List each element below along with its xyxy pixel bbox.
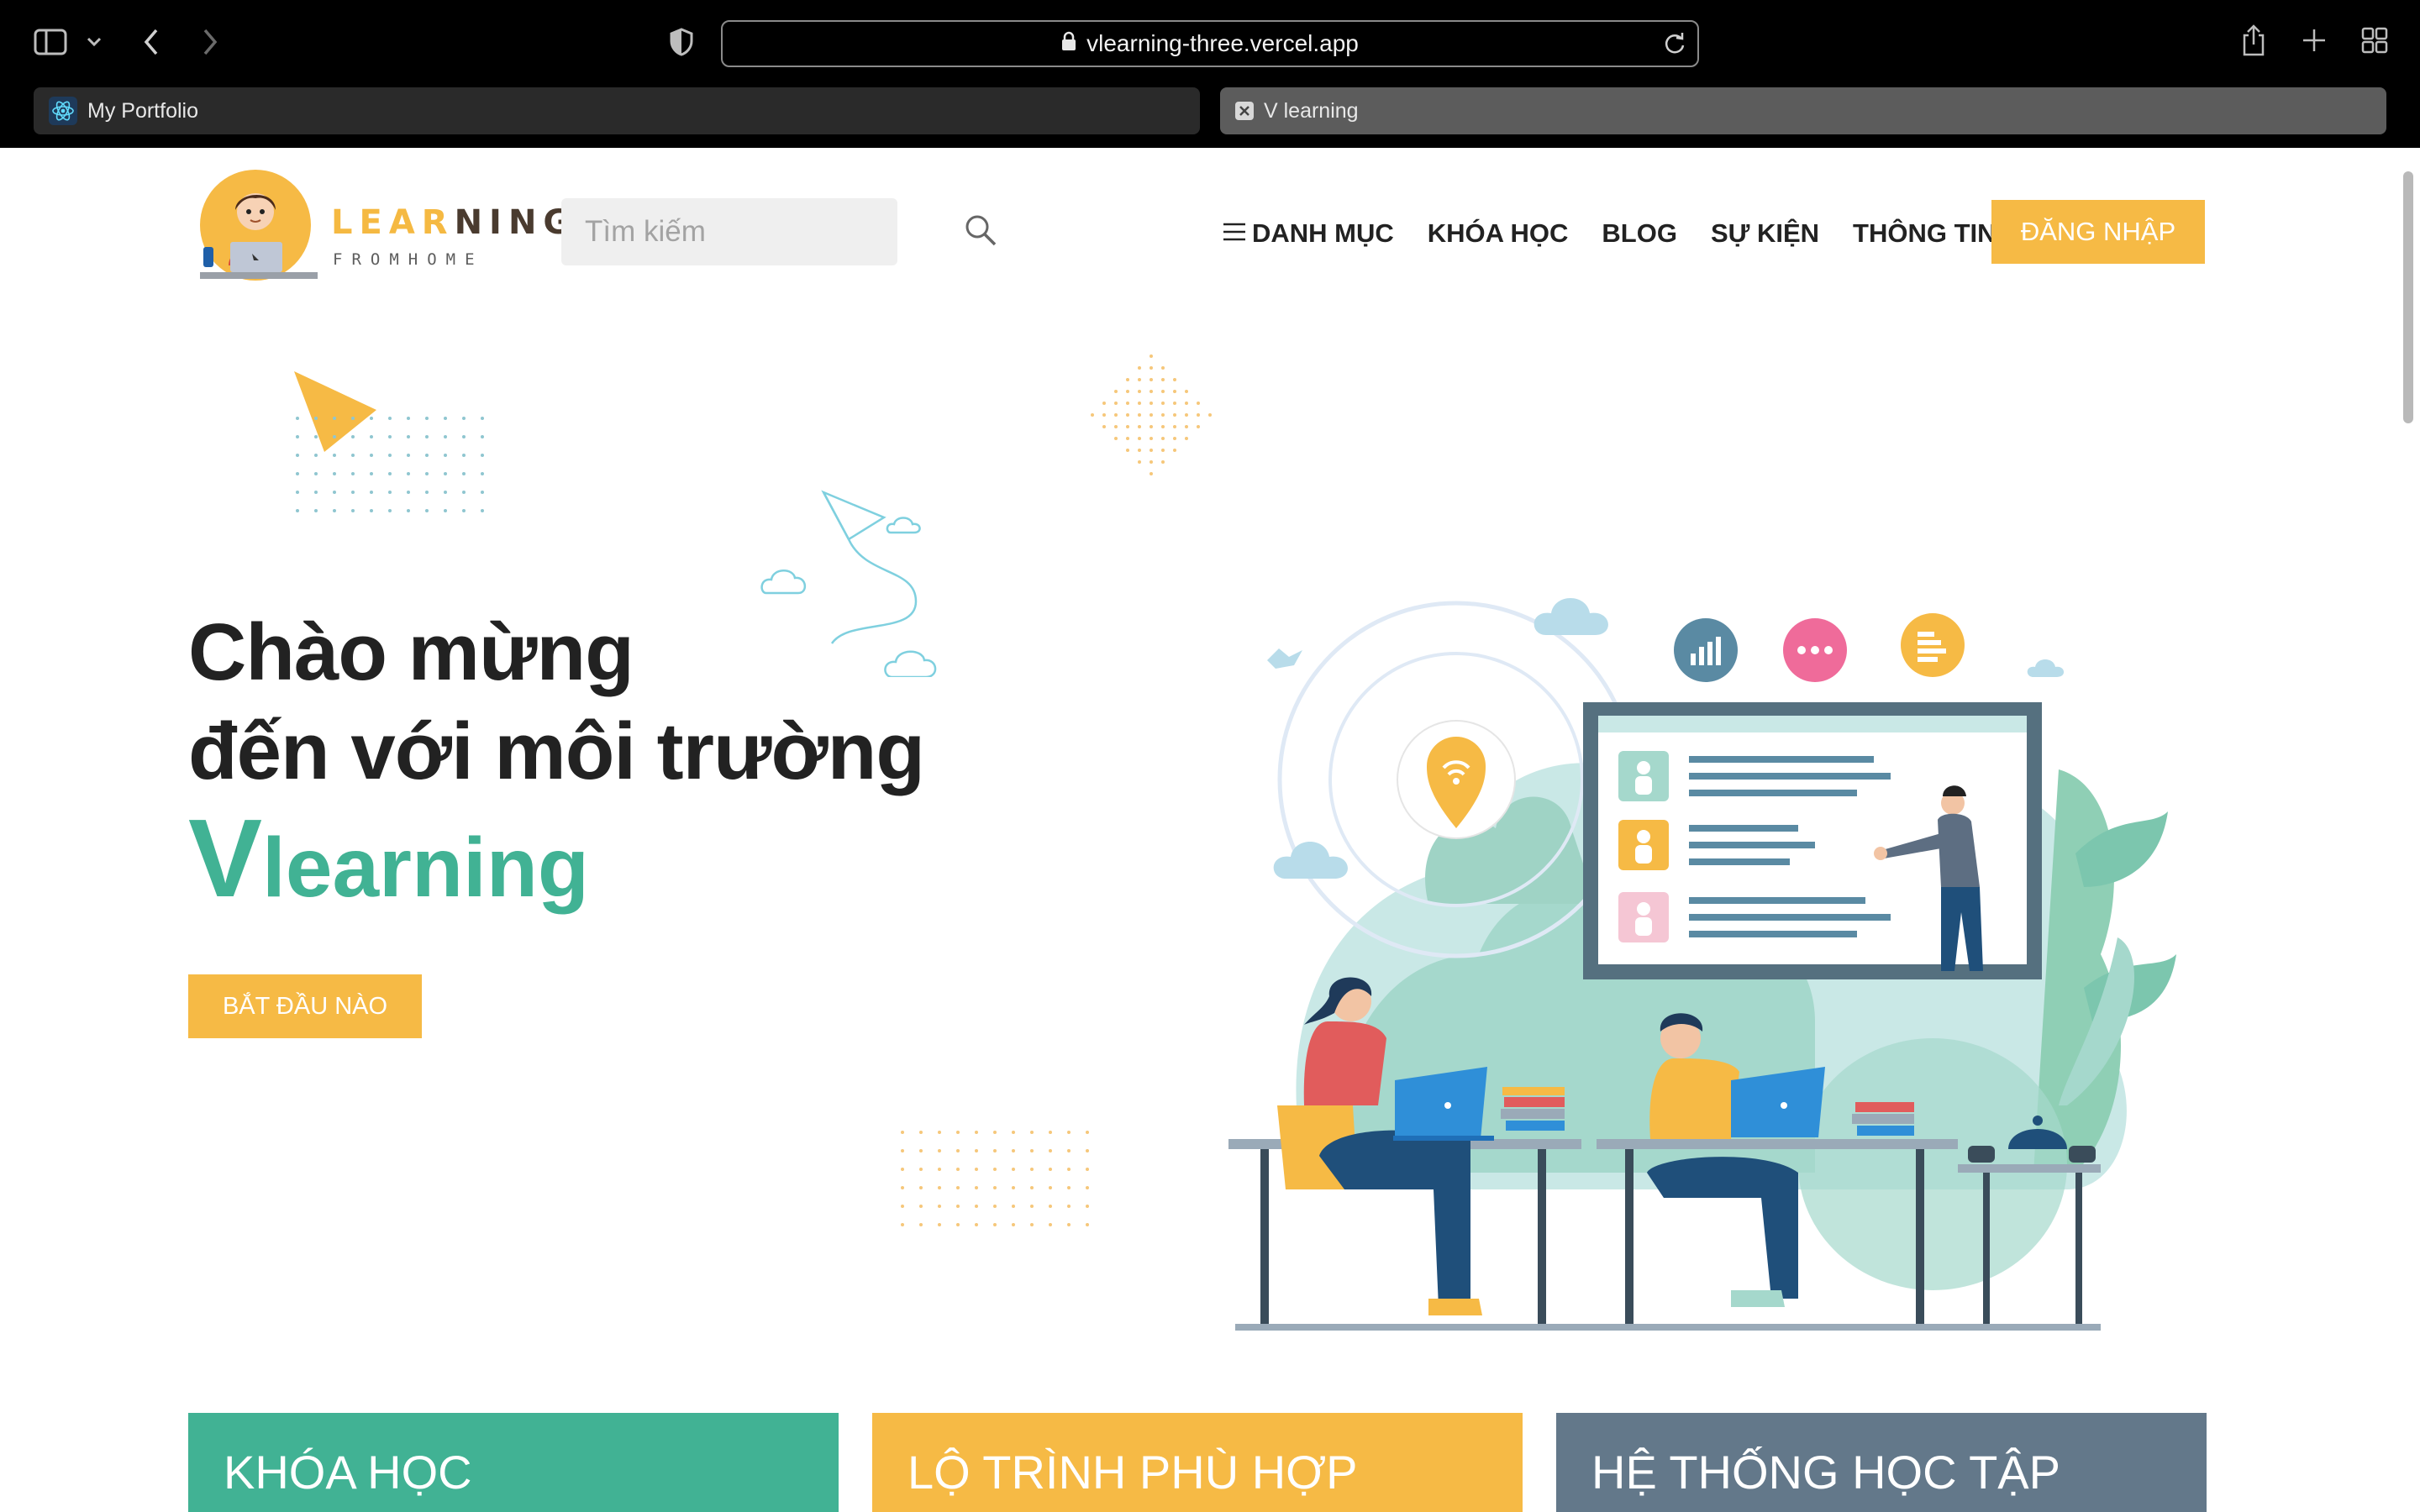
- forward-icon[interactable]: [197, 25, 224, 59]
- feature-card-courses[interactable]: KHÓA HỌC: [188, 1413, 839, 1512]
- reload-icon[interactable]: [1664, 32, 1686, 61]
- new-tab-icon[interactable]: [2299, 25, 2329, 55]
- main-nav: DANH MỤC KHÓA HỌC BLOG SỰ KIỆN THÔNG TIN: [1223, 218, 2030, 249]
- logo-tagline: FROMHOME: [333, 250, 484, 269]
- sidebar-toggle-icon[interactable]: [32, 25, 69, 59]
- tab-my-portfolio[interactable]: My Portfolio: [34, 87, 1200, 134]
- share-icon[interactable]: [2238, 22, 2269, 59]
- back-icon[interactable]: [138, 25, 165, 59]
- brand-rest: learning: [262, 821, 590, 915]
- browser-chrome: vlearning-three.vercel.app My Portfolio …: [0, 0, 2420, 148]
- hero-heading-line-1: Chào mừng: [188, 607, 634, 697]
- site-logo[interactable]: LEARNING FROMHOME: [192, 166, 571, 286]
- search-box: [561, 198, 997, 265]
- nav-label: DANH MỤC: [1252, 218, 1394, 248]
- search-input[interactable]: [585, 215, 964, 249]
- nav-events[interactable]: SỰ KIỆN: [1711, 218, 1819, 249]
- paper-plane-clouds-decoration: [760, 490, 937, 677]
- scrollbar[interactable]: [2403, 171, 2413, 423]
- search-icon[interactable]: [964, 213, 997, 251]
- lock-icon: [1061, 30, 1076, 57]
- tab-label: V learning: [1264, 98, 1359, 123]
- brand-v: V: [188, 796, 263, 920]
- url-text: vlearning-three.vercel.app: [1086, 30, 1359, 56]
- hero-heading-line-2: đến với môi trường: [188, 706, 925, 796]
- logo-wordmark: LEARNING: [331, 203, 578, 242]
- react-icon: [49, 97, 77, 125]
- nav-categories[interactable]: DANH MỤC: [1223, 218, 1394, 249]
- hero-illustration: [1228, 598, 2176, 1331]
- login-button[interactable]: ĐĂNG NHẬP: [1991, 200, 2205, 264]
- feature-card-learning-path[interactable]: LỘ TRÌNH PHÙ HỢP: [872, 1413, 1523, 1512]
- dot-grid-bottom-decoration: [901, 1131, 1089, 1226]
- privacy-shield-icon[interactable]: [667, 25, 696, 59]
- diamond-dots-decoration: [1091, 354, 1212, 475]
- nav-courses[interactable]: KHÓA HỌC: [1428, 218, 1569, 249]
- tab-v-learning[interactable]: V learning: [1220, 87, 2386, 134]
- dot-grid-decoration: [296, 417, 484, 512]
- menu-icon: [1223, 218, 1245, 249]
- tab-label: My Portfolio: [87, 98, 198, 123]
- web-page: LEARNING FROMHOME DANH MỤC KHÓA HỌC BLOG…: [0, 148, 2420, 1512]
- nav-blog[interactable]: BLOG: [1602, 218, 1677, 249]
- chevron-down-icon[interactable]: [82, 30, 106, 54]
- tab-overview-icon[interactable]: [2360, 25, 2390, 55]
- feature-card-learning-system[interactable]: HỆ THỐNG HỌC TẬP: [1556, 1413, 2207, 1512]
- hero-brand: Vlearning: [188, 803, 589, 914]
- nav-info[interactable]: THÔNG TIN: [1853, 218, 1996, 249]
- logo-illustration: [200, 170, 318, 281]
- close-icon[interactable]: [1235, 102, 1254, 120]
- address-bar[interactable]: vlearning-three.vercel.app: [721, 20, 1699, 67]
- start-button[interactable]: BẮT ĐẦU NÀO: [188, 974, 422, 1038]
